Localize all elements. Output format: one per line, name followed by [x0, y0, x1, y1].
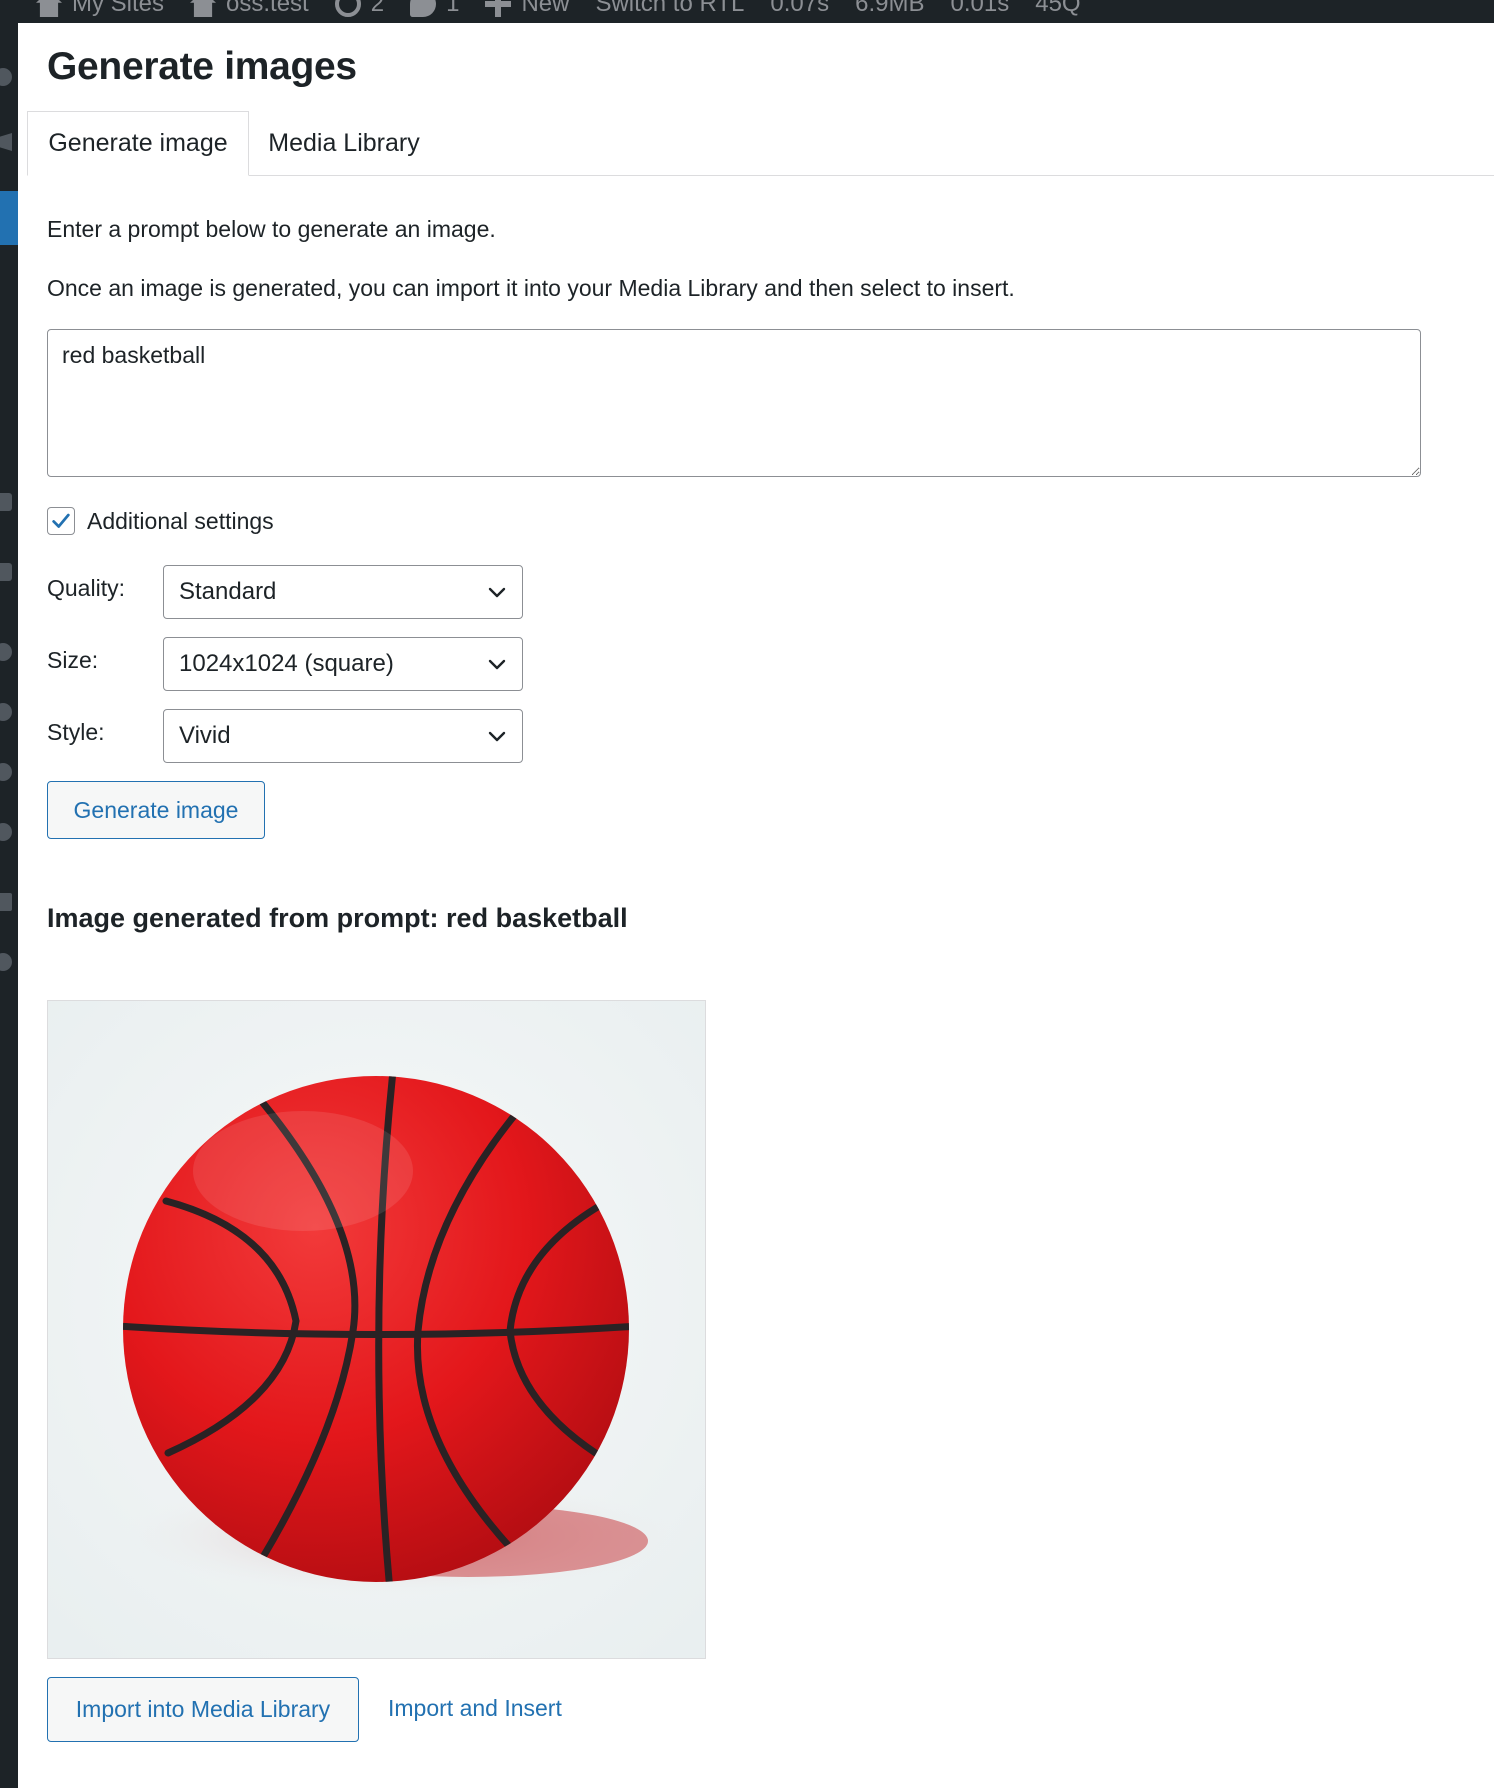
result-heading: Image generated from prompt: red basketb… [47, 903, 628, 933]
admin-side-menu [0, 23, 18, 1788]
quality-label: Quality: [47, 575, 125, 601]
instruction-text-1: Enter a prompt below to generate an imag… [47, 216, 496, 242]
updates-icon [334, 0, 361, 17]
collapse-icon[interactable] [0, 953, 12, 971]
style-label: Style: [47, 719, 105, 745]
basketball-image [48, 1001, 705, 1658]
generate-images-panel: Generate images Generate image Media Lib… [18, 23, 1494, 1788]
admin-bar-updates[interactable]: 2 [334, 0, 384, 20]
size-select-value: 1024x1024 (square) [179, 650, 394, 677]
pin-icon[interactable] [0, 133, 12, 151]
checkmark-icon [52, 513, 70, 528]
quality-select-value: Standard [179, 578, 277, 605]
pages-icon[interactable] [0, 493, 12, 511]
size-select[interactable]: 1024x1024 (square) [163, 637, 523, 691]
comments-icon [410, 0, 437, 17]
import-into-media-library-button[interactable]: Import into Media Library [47, 1677, 359, 1742]
chevron-down-icon [488, 731, 506, 742]
additional-settings-label: Additional settings [87, 507, 274, 534]
plugins-icon[interactable] [0, 703, 12, 721]
chevron-down-icon [488, 587, 506, 598]
tab-generate-image[interactable]: Generate image [27, 111, 249, 176]
admin-bar-switch-rtl[interactable]: Switch to RTL [595, 0, 744, 20]
style-select[interactable]: Vivid [163, 709, 523, 763]
additional-settings-toggle[interactable]: Additional settings [47, 507, 274, 535]
size-label: Size: [47, 647, 99, 673]
admin-bar-query-count[interactable]: 45Q [1035, 0, 1080, 20]
generate-image-button[interactable]: Generate image [47, 781, 265, 839]
media-menu-active[interactable] [0, 191, 18, 245]
dashboard-icon[interactable] [0, 68, 12, 86]
admin-bar-my-sites[interactable]: My Sites [36, 0, 164, 20]
style-select-value: Vivid [179, 722, 231, 749]
tab-media-library[interactable]: Media Library [249, 111, 439, 175]
users-icon[interactable] [0, 763, 12, 781]
generated-image[interactable] [47, 1000, 706, 1659]
tab-bar: Generate image Media Library [27, 111, 1494, 176]
admin-bar-memory[interactable]: 6.9MB [855, 0, 924, 20]
admin-bar-query-time[interactable]: 0.07s [770, 0, 829, 20]
additional-settings-checkbox[interactable] [47, 507, 75, 535]
quality-select[interactable]: Standard [163, 565, 523, 619]
appearance-icon[interactable] [0, 643, 12, 661]
my-sites-icon [36, 0, 62, 17]
admin-bar: My Sites oss.test 2 1 New Switch to RTL … [0, 0, 1494, 23]
settings-icon[interactable] [0, 893, 12, 911]
instruction-text-2: Once an image is generated, you can impo… [47, 275, 1015, 301]
tools-icon[interactable] [0, 823, 12, 841]
import-and-insert-link[interactable]: Import and Insert [388, 1695, 562, 1722]
chevron-down-icon [488, 659, 506, 670]
comments-menu-icon[interactable] [0, 563, 12, 581]
home-icon [190, 0, 217, 17]
admin-bar-comments[interactable]: 1 [410, 0, 459, 20]
page-title: Generate images [47, 45, 357, 88]
admin-bar-site-name[interactable]: oss.test [190, 0, 309, 20]
admin-bar-db-time[interactable]: 0.01s [951, 0, 1010, 20]
plus-icon [485, 0, 512, 17]
admin-bar-new[interactable]: New [485, 0, 569, 20]
prompt-textarea[interactable]: red basketball [47, 329, 1421, 477]
